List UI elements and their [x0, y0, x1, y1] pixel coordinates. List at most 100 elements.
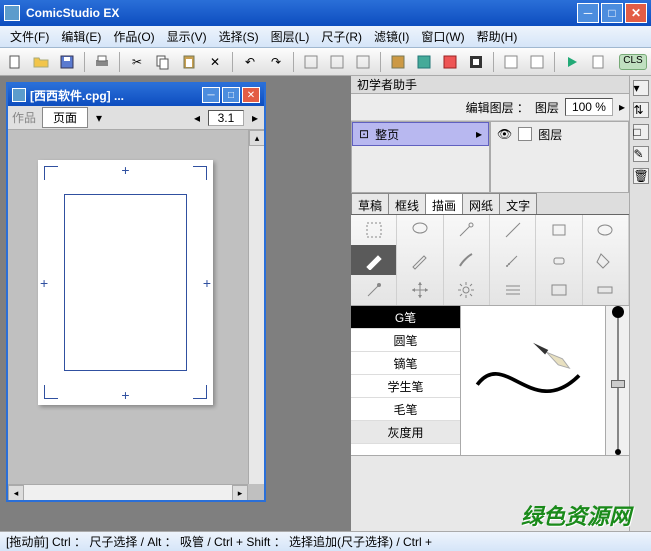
- tb-tool1[interactable]: [300, 51, 322, 73]
- menu-edit[interactable]: 编辑(E): [55, 26, 107, 47]
- tb-neg[interactable]: [465, 51, 487, 73]
- doc-close[interactable]: ✕: [242, 87, 260, 103]
- tb-cut[interactable]: ✂: [126, 51, 148, 73]
- tb-undo[interactable]: ↶: [239, 51, 261, 73]
- line-tool-icon[interactable]: [490, 215, 536, 245]
- layer-wholepage[interactable]: ⊡ 整页 ▸: [352, 122, 489, 146]
- scrollbar-vertical[interactable]: ▴: [248, 130, 264, 484]
- pen-kabura[interactable]: 镝笔: [351, 352, 460, 375]
- ellipse-tool-icon[interactable]: [583, 215, 629, 245]
- page-prev-icon[interactable]: ◂: [192, 111, 202, 125]
- tb-print[interactable]: [91, 51, 113, 73]
- layer-panel: ⊡ 整页 ▸ 👁 图层: [351, 121, 629, 193]
- menu-window[interactable]: 窗口(W): [415, 26, 470, 47]
- tb-clear[interactable]: ✕: [204, 51, 226, 73]
- tb-color3[interactable]: [439, 51, 461, 73]
- layer-item[interactable]: 👁 图层: [491, 122, 628, 146]
- eraser-tool-icon[interactable]: [536, 245, 582, 275]
- side-btn-1[interactable]: ▾: [633, 80, 649, 96]
- chevron-right-icon: ▸: [476, 127, 482, 141]
- side-btn-2[interactable]: ⇅: [633, 102, 649, 118]
- tab-text[interactable]: 文字: [499, 193, 537, 214]
- tab-work[interactable]: 作品: [12, 109, 36, 126]
- tb-color1[interactable]: [387, 51, 409, 73]
- tab-dropdown-icon[interactable]: ▾: [94, 111, 104, 125]
- canvas[interactable]: + + + + ▴ ◂▸: [8, 130, 264, 500]
- tab-page[interactable]: 页面: [42, 107, 88, 128]
- layer-opacity[interactable]: 100 %: [565, 98, 613, 116]
- maximize-button[interactable]: □: [601, 3, 623, 23]
- menu-filter[interactable]: 滤镜(I): [368, 26, 415, 47]
- move-tool-icon[interactable]: [397, 275, 443, 305]
- beginner-assistant-title: 初学者助手: [351, 76, 629, 94]
- rect-tool-icon[interactable]: [536, 215, 582, 245]
- scrollbar-horizontal[interactable]: ◂▸: [8, 484, 248, 500]
- tb-script2[interactable]: [526, 51, 548, 73]
- lasso-tool-icon[interactable]: [397, 215, 443, 245]
- marquee-tool-icon[interactable]: [351, 215, 397, 245]
- tb-cls[interactable]: CLS: [619, 54, 647, 70]
- menu-help[interactable]: 帮助(H): [471, 26, 524, 47]
- eyedropper-tool-icon[interactable]: [351, 275, 397, 305]
- tb-script1[interactable]: [500, 51, 522, 73]
- tb-play[interactable]: [561, 51, 583, 73]
- pen-school[interactable]: 学生笔: [351, 375, 460, 398]
- document-titlebar[interactable]: [西西软件.cpg] ... ─ □ ✕: [8, 84, 264, 106]
- menu-file[interactable]: 文件(F): [4, 26, 55, 47]
- doc-minimize[interactable]: ─: [202, 87, 220, 103]
- page-number[interactable]: 3.1: [208, 110, 244, 126]
- menu-ruler[interactable]: 尺子(R): [315, 26, 368, 47]
- tab-frame[interactable]: 框线: [388, 193, 426, 214]
- page-preview[interactable]: + + + +: [38, 160, 213, 405]
- menu-view[interactable]: 显示(V): [161, 26, 213, 47]
- ruler-tool-icon[interactable]: [583, 275, 629, 305]
- tb-paste[interactable]: [178, 51, 200, 73]
- gradient-tool-icon[interactable]: [536, 275, 582, 305]
- tb-tool3[interactable]: [352, 51, 374, 73]
- watermark: 绿色资源网: [521, 499, 631, 531]
- pen-size-slider[interactable]: [605, 306, 629, 455]
- pen-g[interactable]: G笔: [351, 306, 460, 329]
- app-title: ComicStudio EX: [26, 6, 575, 20]
- pen-brush[interactable]: 毛笔: [351, 398, 460, 421]
- pen-round[interactable]: 圆笔: [351, 329, 460, 352]
- side-btn-3[interactable]: □: [633, 124, 649, 140]
- pen-tool-icon[interactable]: [351, 245, 397, 275]
- tb-new[interactable]: [4, 51, 26, 73]
- airbrush-tool-icon[interactable]: [490, 245, 536, 275]
- pen-list: G笔 圆笔 镝笔 学生笔 毛笔 灰度用: [351, 306, 461, 455]
- slider-knob[interactable]: [611, 380, 625, 388]
- tb-color2[interactable]: [413, 51, 435, 73]
- tb-save[interactable]: [56, 51, 78, 73]
- side-btn-5[interactable]: 🗑: [633, 168, 649, 184]
- tb-redo[interactable]: ↷: [265, 51, 287, 73]
- eye-icon[interactable]: 👁: [497, 127, 512, 141]
- brush-tool-icon[interactable]: [444, 245, 490, 275]
- doc-maximize[interactable]: □: [222, 87, 240, 103]
- side-btn-4[interactable]: ✎: [633, 146, 649, 162]
- app-icon: [4, 5, 20, 21]
- document-window: [西西软件.cpg] ... ─ □ ✕ 作品 页面 ▾ ◂ 3.1 ▸ + +: [6, 82, 266, 502]
- menubar: 文件(F) 编辑(E) 作品(O) 显示(V) 选择(S) 图层(L) 尺子(R…: [0, 26, 651, 48]
- tab-draft[interactable]: 草稿: [351, 193, 389, 214]
- menu-work[interactable]: 作品(O): [107, 26, 160, 47]
- layer-expand-icon[interactable]: ▸: [619, 100, 625, 114]
- sun-tool-icon[interactable]: [444, 275, 490, 305]
- lines-tool-icon[interactable]: [490, 275, 536, 305]
- page-next-icon[interactable]: ▸: [250, 111, 260, 125]
- menu-select[interactable]: 选择(S): [213, 26, 265, 47]
- tab-tone[interactable]: 网纸: [462, 193, 500, 214]
- minimize-button[interactable]: ─: [577, 3, 599, 23]
- statusbar: [拖动前] Ctrl ： 尺子选择 / Alt ： 吸管 / Ctrl + Sh…: [0, 531, 651, 551]
- pen-gray[interactable]: 灰度用: [351, 421, 460, 444]
- tb-page[interactable]: [587, 51, 609, 73]
- tab-draw[interactable]: 描画: [425, 193, 463, 214]
- menu-layer[interactable]: 图层(L): [265, 26, 316, 47]
- wand-tool-icon[interactable]: [444, 215, 490, 245]
- tb-tool2[interactable]: [326, 51, 348, 73]
- pencil-tool-icon[interactable]: [397, 245, 443, 275]
- tb-copy[interactable]: [152, 51, 174, 73]
- tb-open[interactable]: [30, 51, 52, 73]
- close-button[interactable]: ✕: [625, 3, 647, 23]
- fill-tool-icon[interactable]: [583, 245, 629, 275]
